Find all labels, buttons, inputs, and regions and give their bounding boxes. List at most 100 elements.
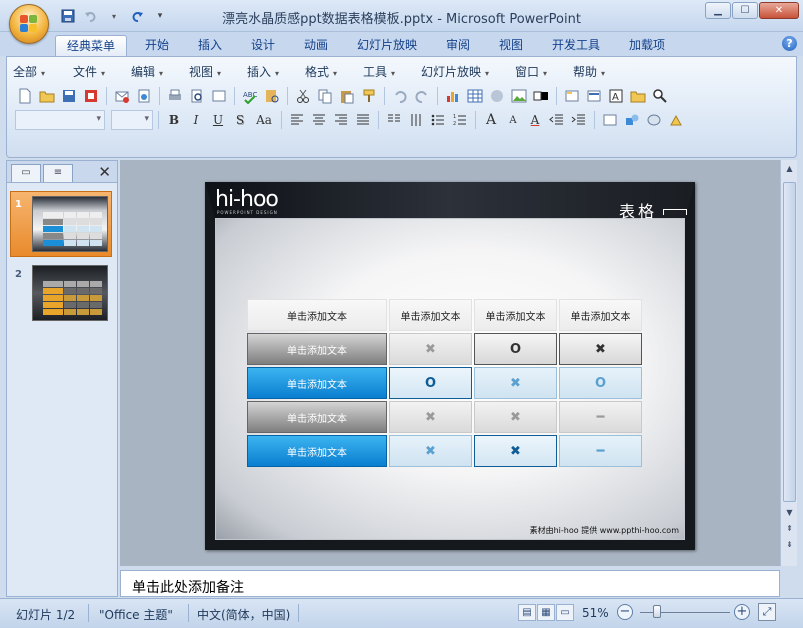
spelling-icon[interactable]: ABC bbox=[240, 86, 260, 106]
slide-title[interactable]: 表格 bbox=[619, 198, 657, 222]
color-scheme-icon[interactable] bbox=[531, 86, 551, 106]
tab-addins[interactable]: 加载项 bbox=[622, 35, 672, 56]
slide-sorter-view-icon[interactable]: ▦ bbox=[537, 604, 555, 621]
slide-sorter-icon[interactable] bbox=[209, 86, 229, 106]
numbering-icon[interactable]: 12 bbox=[450, 110, 470, 130]
scroll-down-icon[interactable]: ▼ bbox=[782, 506, 797, 520]
help-icon[interactable]: ? bbox=[782, 36, 797, 51]
columns-icon[interactable] bbox=[384, 110, 404, 130]
font-name-combo[interactable] bbox=[15, 110, 105, 130]
bold-button[interactable]: B bbox=[164, 110, 184, 130]
table-cell[interactable]: ✖ bbox=[559, 333, 642, 365]
insert-clipart-icon[interactable] bbox=[487, 86, 507, 106]
table-cell[interactable]: ✖ bbox=[474, 367, 557, 399]
cut-icon[interactable] bbox=[293, 86, 313, 106]
table-cell[interactable]: O bbox=[559, 367, 642, 399]
zoom-out-button[interactable]: − bbox=[617, 604, 633, 620]
slide-thumbnail-1[interactable] bbox=[32, 196, 108, 252]
tab-view[interactable]: 视图 bbox=[491, 35, 531, 56]
table-header-cell[interactable]: 单击添加文本 bbox=[559, 299, 642, 331]
redo-icon[interactable] bbox=[412, 86, 432, 106]
table-cell[interactable]: O bbox=[389, 367, 472, 399]
scrollbar-thumb[interactable] bbox=[783, 182, 796, 502]
table-row-label[interactable]: 单击添加文本 bbox=[247, 367, 387, 399]
maximize-button[interactable]: ☐ bbox=[732, 2, 758, 19]
menu-file[interactable]: 文件 ▾ bbox=[73, 63, 131, 81]
outline-tab-icon[interactable]: ≡ bbox=[43, 164, 73, 182]
tab-review[interactable]: 审阅 bbox=[438, 35, 478, 56]
menu-slideshow[interactable]: 幻灯片放映 ▾ bbox=[421, 63, 515, 81]
table-cell[interactable]: ✖ bbox=[389, 401, 472, 433]
menu-insert[interactable]: 插入 ▾ bbox=[247, 63, 305, 81]
text-box-icon[interactable]: A bbox=[606, 86, 626, 106]
table-header-cell[interactable]: 单击添加文本 bbox=[247, 299, 387, 331]
zoom-level[interactable]: 51% bbox=[582, 606, 609, 620]
scroll-up-icon[interactable]: ▲ bbox=[782, 162, 797, 176]
italic-button[interactable]: I bbox=[186, 110, 206, 130]
justify-icon[interactable] bbox=[353, 110, 373, 130]
align-left-icon[interactable] bbox=[287, 110, 307, 130]
text-direction-icon[interactable] bbox=[406, 110, 426, 130]
minimize-button[interactable]: ▁ bbox=[705, 2, 731, 19]
copy-icon[interactable] bbox=[315, 86, 335, 106]
new-slide-icon[interactable] bbox=[562, 86, 582, 106]
research-icon[interactable] bbox=[262, 86, 282, 106]
table-cell[interactable]: ✖ bbox=[389, 333, 472, 365]
table-row-label[interactable]: 单击添加文本 bbox=[247, 333, 387, 365]
shape-fill-icon[interactable] bbox=[644, 110, 664, 130]
menu-edit[interactable]: 编辑 ▾ bbox=[131, 63, 189, 81]
table-cell[interactable]: ✖ bbox=[474, 401, 557, 433]
underline-button[interactable]: U bbox=[208, 110, 228, 130]
tab-classic-menu[interactable]: 经典菜单 bbox=[55, 35, 127, 56]
table-cell[interactable]: ━ bbox=[559, 401, 642, 433]
font-shrink-button[interactable]: A bbox=[503, 110, 523, 130]
insert-chart-icon[interactable] bbox=[443, 86, 463, 106]
bullets-icon[interactable] bbox=[428, 110, 448, 130]
close-icon[interactable]: ✕ bbox=[98, 163, 111, 181]
align-center-icon[interactable] bbox=[309, 110, 329, 130]
font-size-combo[interactable] bbox=[111, 110, 153, 130]
slides-tab-icon[interactable]: ▭ bbox=[11, 164, 41, 182]
tab-design[interactable]: 设计 bbox=[243, 35, 283, 56]
theme-name[interactable]: "Office 主题" bbox=[99, 606, 173, 623]
permission-icon[interactable] bbox=[81, 86, 101, 106]
notes-placeholder[interactable]: 单击此处添加备注 bbox=[132, 577, 244, 597]
table-header-cell[interactable]: 单击添加文本 bbox=[474, 299, 557, 331]
slide-thumbnail-2[interactable] bbox=[32, 265, 108, 321]
folder-icon[interactable] bbox=[628, 86, 648, 106]
normal-view-icon[interactable]: ▤ bbox=[518, 604, 536, 621]
slide-editing-area[interactable]: hi-hoo POWERPOINT DESIGN 表格 单击添加文本 单击添加文… bbox=[120, 160, 780, 566]
font-grow-button[interactable]: A bbox=[481, 110, 501, 130]
insert-picture-icon[interactable] bbox=[509, 86, 529, 106]
menu-format[interactable]: 格式 ▾ bbox=[305, 63, 363, 81]
menu-all[interactable]: 全部 ▾ bbox=[13, 63, 73, 81]
tab-developer[interactable]: 开发工具 bbox=[545, 35, 607, 56]
undo-icon[interactable] bbox=[390, 86, 410, 106]
font-color-button[interactable]: A bbox=[525, 110, 545, 130]
table-header-cell[interactable]: 单击添加文本 bbox=[389, 299, 472, 331]
zoom-slider-thumb[interactable] bbox=[653, 605, 661, 618]
table-cell[interactable]: ━ bbox=[559, 435, 642, 467]
office-button[interactable] bbox=[9, 4, 49, 44]
menu-tools[interactable]: 工具 ▾ bbox=[363, 63, 421, 81]
open-folder-icon[interactable] bbox=[37, 86, 57, 106]
tab-home[interactable]: 开始 bbox=[137, 35, 177, 56]
design-icon[interactable] bbox=[600, 110, 620, 130]
next-slide-icon[interactable]: ⇟ bbox=[782, 538, 797, 552]
decrease-indent-icon[interactable] bbox=[547, 110, 567, 130]
insert-table-icon[interactable] bbox=[465, 86, 485, 106]
table-cell[interactable]: O bbox=[474, 333, 557, 365]
slide-canvas[interactable]: hi-hoo POWERPOINT DESIGN 表格 单击添加文本 单击添加文… bbox=[205, 182, 695, 550]
tab-animation[interactable]: 动画 bbox=[296, 35, 336, 56]
menu-view[interactable]: 视图 ▾ bbox=[189, 63, 247, 81]
zoom-in-button[interactable]: + bbox=[734, 604, 750, 620]
shadow-button[interactable]: S bbox=[230, 110, 250, 130]
align-right-icon[interactable] bbox=[331, 110, 351, 130]
increase-indent-icon[interactable] bbox=[569, 110, 589, 130]
new-document-icon[interactable] bbox=[15, 86, 35, 106]
table-cell[interactable]: ✖ bbox=[389, 435, 472, 467]
menu-window[interactable]: 窗口 ▾ bbox=[515, 63, 573, 81]
close-button[interactable]: ✕ bbox=[759, 2, 799, 19]
print-icon[interactable] bbox=[165, 86, 185, 106]
table-row-label[interactable]: 单击添加文本 bbox=[247, 435, 387, 467]
